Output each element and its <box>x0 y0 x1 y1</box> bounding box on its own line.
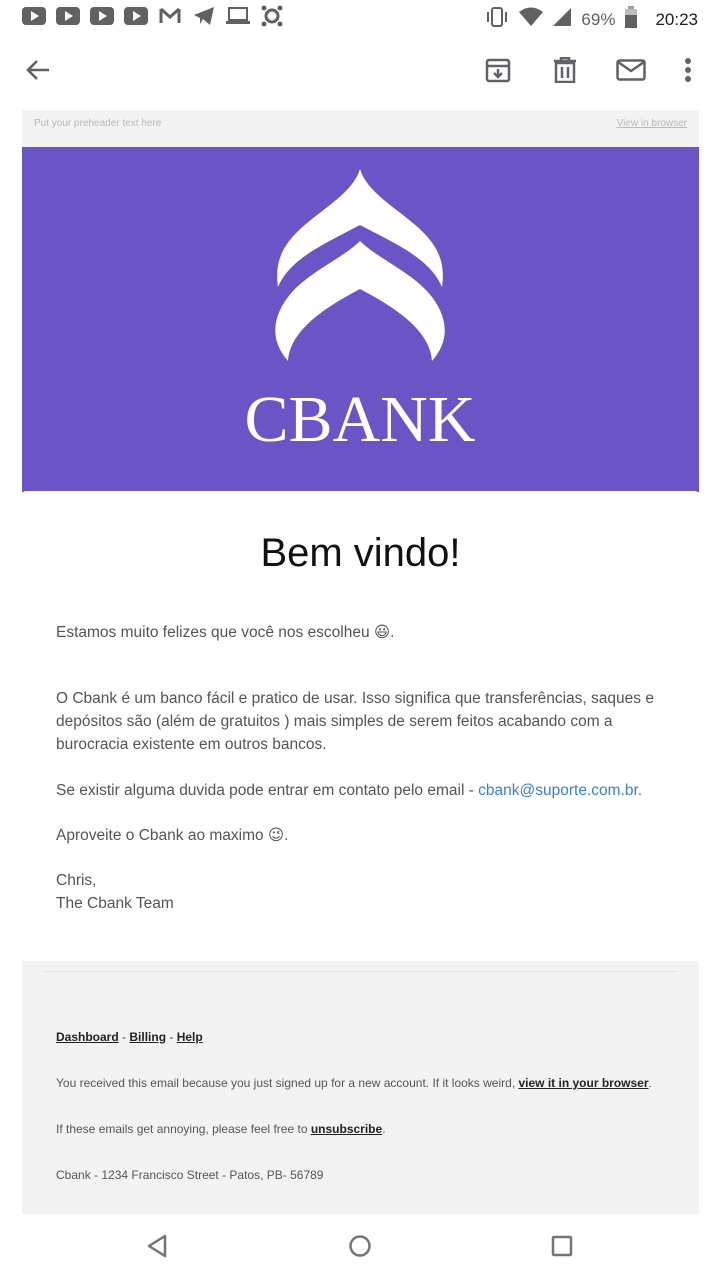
email-toolbar <box>0 36 720 110</box>
nav-home-button[interactable] <box>344 1232 376 1264</box>
nav-back-button[interactable] <box>141 1232 173 1264</box>
support-email-link[interactable]: cbank@suporte.com.br. <box>478 782 642 799</box>
unsubscribe-notice: If these emails get annoying, please fee… <box>56 1122 386 1136</box>
hero-banner: CBANK <box>22 147 699 492</box>
youtube-icon <box>124 6 148 26</box>
contact-paragraph: Se existir alguma duvida pode entrar em … <box>56 779 666 802</box>
help-link[interactable]: Help <box>177 1030 203 1044</box>
view-in-browser-footer-link[interactable]: view it in your browser <box>518 1076 648 1090</box>
more-vert-icon <box>685 57 691 87</box>
contact-prefix: Se existir alguma duvida pode entrar em … <box>56 782 479 799</box>
footer-links: Dashboard - Billing - Help <box>56 1030 203 1044</box>
system-nav-bar <box>0 1214 720 1280</box>
view-in-browser-link[interactable]: View in browser <box>617 118 687 129</box>
vibrate-icon <box>485 7 509 32</box>
back-arrow-icon <box>25 58 51 87</box>
period: . <box>382 1122 386 1136</box>
dashboard-link[interactable]: Dashboard <box>56 1030 119 1044</box>
signal-icon <box>553 8 572 31</box>
email-body: Put your preheader text here View in bro… <box>22 110 699 1214</box>
telegram-icon <box>192 6 216 26</box>
youtube-icon <box>56 6 80 26</box>
status-bar: 69% 20:23 <box>0 0 720 36</box>
email-content[interactable]: Put your preheader text here View in bro… <box>0 110 720 1214</box>
signature-name: Chris, <box>56 872 97 889</box>
clock: 20:23 <box>655 9 698 29</box>
triangle-back-icon <box>146 1234 168 1263</box>
circle-home-icon <box>348 1234 372 1263</box>
annoying-text: If these emails get annoying, please fee… <box>56 1122 311 1136</box>
separator: - <box>118 1030 130 1044</box>
app-icon <box>260 5 284 27</box>
more-options-button[interactable] <box>666 50 710 94</box>
received-notice: You received this email because you just… <box>56 1076 652 1090</box>
body-paragraph: O Cbank é um banco fácil e pratico de us… <box>56 690 654 753</box>
received-text: You received this email because you just… <box>56 1076 519 1090</box>
enjoy-text: Aproveite o Cbank ao maximo 😉. <box>56 827 289 844</box>
mark-unread-button[interactable] <box>609 50 653 94</box>
archive-button[interactable] <box>476 50 520 94</box>
welcome-heading: Bem vindo! <box>260 531 461 575</box>
preheader-text: Put your preheader text here <box>34 118 162 129</box>
separator: - <box>166 1030 177 1044</box>
intro-text: Estamos muito felizes que você nos escol… <box>56 624 395 641</box>
wifi-icon <box>519 7 544 32</box>
delete-button[interactable] <box>543 50 587 94</box>
signature-team: The Cbank Team <box>56 895 174 912</box>
message-card: Bem vindo! Estamos muito felizes que voc… <box>22 491 699 961</box>
square-recents-icon <box>551 1235 573 1262</box>
brand-wordmark: CBANK <box>244 383 475 456</box>
laptop-icon <box>226 6 250 26</box>
billing-link[interactable]: Billing <box>129 1030 166 1044</box>
unsubscribe-link[interactable]: unsubscribe <box>311 1122 382 1136</box>
period: . <box>648 1076 652 1090</box>
gmail-icon <box>158 6 182 26</box>
cbank-logo: CBANK <box>244 169 476 456</box>
mail-icon <box>616 58 646 86</box>
footer-divider <box>44 971 677 972</box>
archive-icon <box>485 57 511 88</box>
nav-recents-button[interactable] <box>546 1232 578 1264</box>
battery-level: 69% <box>581 9 616 29</box>
back-button[interactable] <box>16 50 60 94</box>
system-status: 69% 20:23 <box>485 6 698 33</box>
battery-icon <box>625 6 638 33</box>
youtube-icon <box>90 6 114 26</box>
youtube-icon <box>22 6 46 26</box>
notification-icons <box>22 5 284 27</box>
trash-icon <box>553 56 577 88</box>
company-address: Cbank - 1234 Francisco Street - Patos, P… <box>56 1168 324 1182</box>
